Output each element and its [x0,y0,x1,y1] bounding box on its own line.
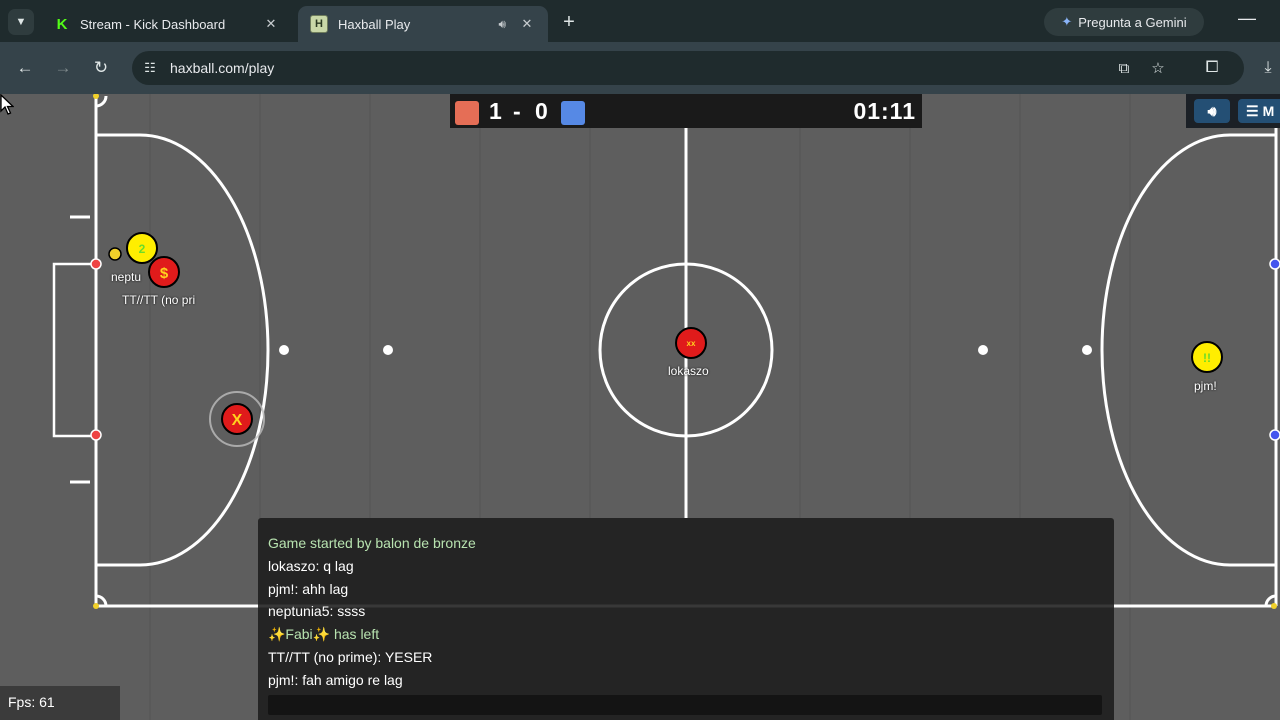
blue-score: 0 [535,98,548,124]
player-name: neptu [111,270,142,284]
chat-notice: ✨Fabi✨ has left [268,626,380,642]
player-yellow-pjm: !! [1191,341,1223,373]
menu-button[interactable]: ☰ M [1238,99,1280,123]
red-score: 1 [489,98,502,124]
sound-toggle-button[interactable]: 🔊︎ [1194,99,1230,123]
speaker-icon[interactable]: 🔊︎ [498,17,506,32]
close-icon[interactable]: ✕ [518,16,536,32]
menu-label: M [1262,103,1275,119]
player-name: lokaszo [668,364,709,378]
player-red-controlled: X [209,391,265,447]
player-avatar: $ [160,265,169,282]
mouse-cursor-icon [0,94,14,115]
speaker-icon: 🔊︎ [1207,102,1217,119]
chat-message: TT//TT (no prime): YESER [268,649,433,665]
haxball-icon: H [310,15,328,33]
kick-icon: K [56,15,68,33]
plus-icon: + [563,10,575,33]
tab-haxball-play[interactable]: H Haxball Play 🔊︎ ✕ [298,6,548,42]
download-icon[interactable]: ⤓ [1256,56,1280,80]
extensions-icon[interactable]: ⧠ [1200,56,1224,80]
player-avatar: !! [1203,351,1211,365]
chevron-down-icon: ▼ [15,16,27,28]
chat-input[interactable] [268,695,1102,715]
minimize-window-button[interactable]: — [1238,8,1256,29]
reload-button[interactable]: ↻ [89,56,113,80]
chat-notice: Game started by balon de bronze [268,535,476,551]
game-controls: 🔊︎ ☰ M [1186,94,1280,128]
player-avatar: 2 [139,242,146,256]
new-tab-button[interactable]: + [556,9,582,35]
toolbar: ← → ↻ ☷ haxball.com/play ⧉ ☆ ⧠ ⤓ [0,42,1280,94]
fps-counter: Fps: 61 [0,686,120,720]
gemini-button[interactable]: ✦ Pregunta a Gemini [1044,8,1204,36]
gemini-icon: ✦ [1061,14,1073,29]
url-text[interactable]: haxball.com/play [170,60,274,76]
tab-title: Stream - Kick Dashboard [80,16,226,32]
player-red-neptunia: $ [148,256,180,288]
player-name: TT//TT (no pri [122,293,196,307]
game-timer: 01:11 [853,98,916,124]
star-icon[interactable]: ☆ [1148,58,1168,78]
chat-message: lokaszo: q lag [268,558,354,574]
forward-button[interactable]: → [51,56,75,80]
reload-icon: ↻ [93,58,109,77]
hamburger-icon: ☰ [1246,102,1259,119]
tab-search-button[interactable]: ▼ [8,9,34,35]
blue-team-indicator [561,101,585,125]
tab-title: Haxball Play [338,16,411,32]
tab-kick-dashboard[interactable]: K Stream - Kick Dashboard ✕ [42,6,292,42]
arrow-left-icon: ← [16,58,34,77]
translate-icon[interactable]: ⧉ [1114,58,1134,78]
score-separator: - [513,98,521,124]
red-team-indicator [455,101,479,125]
close-icon[interactable]: ✕ [262,16,280,32]
player-red-lokaszo: xx [675,327,707,359]
chat-panel: Game started by balon de bronze lokaszo:… [258,518,1114,720]
address-bar[interactable]: ☷ haxball.com/play ⧉ ☆ [132,51,1244,85]
site-settings-icon[interactable]: ☷ [140,58,160,78]
chat-message: neptunia5: ssss [268,603,366,619]
player-avatar: X [232,412,243,429]
gemini-label: Pregunta a Gemini [1078,14,1187,30]
chat-message: pjm!: ahh lag [268,581,349,597]
player-name: pjm! [1194,379,1217,393]
game-canvas[interactable]: 2 $ X xx !! neptu TT//TT (no pri lokaszo… [0,94,1280,720]
scoreboard: 1 - 0 01:11 [450,94,922,128]
player-avatar: xx [687,339,696,348]
chat-message: pjm!: fah amigo re lag [268,672,403,688]
arrow-right-icon: → [54,58,72,77]
back-button[interactable]: ← [13,56,37,80]
tab-strip: ▼ K Stream - Kick Dashboard ✕ H Haxball … [0,0,1280,42]
player-yellow-tt: 2 [126,232,158,264]
